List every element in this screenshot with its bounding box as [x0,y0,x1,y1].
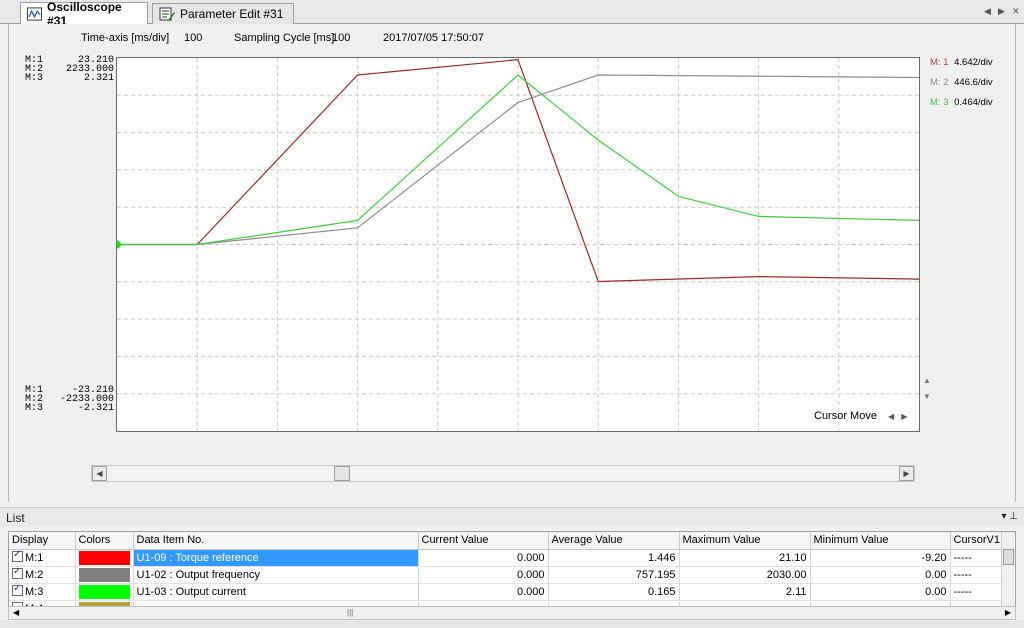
data-list-table: Display Colors Data Item No. Current Val… [8,531,1016,611]
row-color-swatch[interactable] [78,550,130,565]
row-color-swatch[interactable] [78,584,130,599]
row-data-item[interactable]: U1-02 : Output frequency [133,566,419,584]
tab-oscilloscope[interactable]: Oscilloscope #31 [20,0,148,28]
row-display-label: M:2 [25,569,44,581]
legend-m1-div: 4.642/div [954,57,993,68]
tab-bar: Oscilloscope #31 Parameter Edit #31 ◀ ▶ … [0,0,1024,28]
row-maximum-value: 2.11 [679,583,811,601]
oscilloscope-icon [27,6,43,21]
legend-m2-div: 446.6/div [954,77,993,88]
tab-parameter-edit-label: Parameter Edit #31 [180,7,284,21]
row-data-item[interactable]: U1-09 : Torque reference [133,549,419,567]
display-checkbox[interactable] [12,549,23,562]
legend-m3-div: 0.464/div [954,97,993,108]
time-axis-value[interactable]: 100 [184,32,202,44]
cursor-right-icon[interactable]: ▶ [901,412,907,421]
table-header-row: Display Colors Data Item No. Current Val… [9,532,1010,550]
row-maximum-value: 2030.00 [679,566,811,584]
cursor-left-icon[interactable]: ◀ [888,412,894,421]
row-average-value: 757.195 [548,566,680,584]
oscilloscope-view: Time-axis [ms/div] 100 Sampling Cycle [m… [8,24,1016,502]
row-display-label: M:3 [25,586,44,598]
legend-m1-label: M: 1 [930,57,949,68]
scroll-right-icon[interactable]: ▶ [899,466,914,481]
app-root: Oscilloscope #31 Parameter Edit #31 ◀ ▶ … [0,0,1024,628]
col-current-value[interactable]: Current Value [418,532,549,550]
legend-m3-label: M: 3 [930,97,949,108]
waveform-chart[interactable] [117,58,919,431]
document-vertical-scrollbar[interactable] [1016,24,1024,502]
tab-parameter-edit[interactable]: Parameter Edit #31 [152,3,294,24]
row-minimum-value: 0.00 [810,583,951,601]
cursor-move-label: Cursor Move ◀ ▶ [814,410,907,422]
scale-top-m3-label: M:3 [25,73,44,84]
col-average-value[interactable]: Average Value [548,532,680,550]
row-current-value: 0.000 [418,566,549,584]
table-row[interactable]: M:3 U1-03 : Output current 0.000 0.165 2… [9,583,1010,601]
table-horizontal-scrollbar[interactable]: ◀ ||| ▶ [8,606,1016,620]
col-display[interactable]: Display [9,532,76,550]
legend-m3: M: 3 0.464/div [930,97,993,108]
table-row[interactable]: M:2 U1-02 : Output frequency 0.000 757.1… [9,566,1010,584]
scale-bottom-m3-value: -2.321 [77,403,114,414]
table-vertical-scrollbar[interactable] [1001,532,1015,610]
row-current-value: 0.000 [418,583,549,601]
row-minimum-value: -9.20 [810,549,951,567]
col-maximum-value[interactable]: Maximum Value [679,532,811,550]
status-bar [0,620,1024,628]
row-minimum-value: 0.00 [810,566,951,584]
cursor-move-text: Cursor Move [814,410,877,422]
scroll-left-icon[interactable]: ◀ [92,466,107,481]
scale-top-m3-value: 2.321 [83,73,114,84]
table-scroll-grip-icon[interactable]: ||| [347,608,353,617]
parameter-edit-icon [159,7,175,21]
table-scroll-thumb[interactable] [1003,549,1014,565]
legend-m2: M: 2 446.6/div [930,77,993,88]
table-row[interactable]: M:1 U1-09 : Torque reference 0.000 1.446… [9,549,1010,567]
row-current-value: 0.000 [418,549,549,567]
scale-up-icon[interactable]: ▲ [923,376,931,385]
plot-area[interactable] [116,57,920,432]
sampling-cycle-value[interactable]: 100 [332,32,350,44]
table-scroll-right-icon[interactable]: ▶ [1005,608,1011,617]
col-minimum-value[interactable]: Minimum Value [810,532,951,550]
legend-m1: M: 1 4.642/div [930,57,993,68]
row-data-item[interactable]: U1-03 : Output current [133,583,419,601]
row-maximum-value: 21.10 [679,549,811,567]
time-scrollbar[interactable]: ◀ ▶ [91,465,915,482]
list-panel-header: List ▾ ⊥ [0,507,1024,527]
row-average-value: 1.446 [548,549,680,567]
display-checkbox[interactable] [12,566,23,579]
scale-down-icon[interactable]: ▼ [923,392,931,401]
tab-scroll-left-icon[interactable]: ◀ [984,6,991,17]
list-title: List [6,511,25,525]
scale-bottom-m3-label: M:3 [25,403,44,414]
timestamp: 2017/07/05 17:50:07 [383,32,484,44]
col-colors[interactable]: Colors [75,532,134,550]
row-display-label: M:1 [25,552,44,564]
time-axis-label: Time-axis [ms/div] [81,32,170,44]
tab-close-icon[interactable]: ✕ [1012,6,1020,17]
scroll-thumb[interactable] [334,466,350,481]
tab-scroll-right-icon[interactable]: ▶ [998,6,1005,17]
table-scroll-left-icon[interactable]: ◀ [13,608,19,617]
pin-icon[interactable]: ▾ ⊥ [1001,511,1018,522]
sampling-cycle-label: Sampling Cycle [ms] [234,32,335,44]
col-data-item[interactable]: Data Item No. [133,532,419,550]
legend-m2-label: M: 2 [930,77,949,88]
row-color-swatch[interactable] [78,567,130,582]
row-average-value: 0.165 [548,583,680,601]
display-checkbox[interactable] [12,583,23,596]
zero-marker-icon[interactable] [117,240,121,249]
